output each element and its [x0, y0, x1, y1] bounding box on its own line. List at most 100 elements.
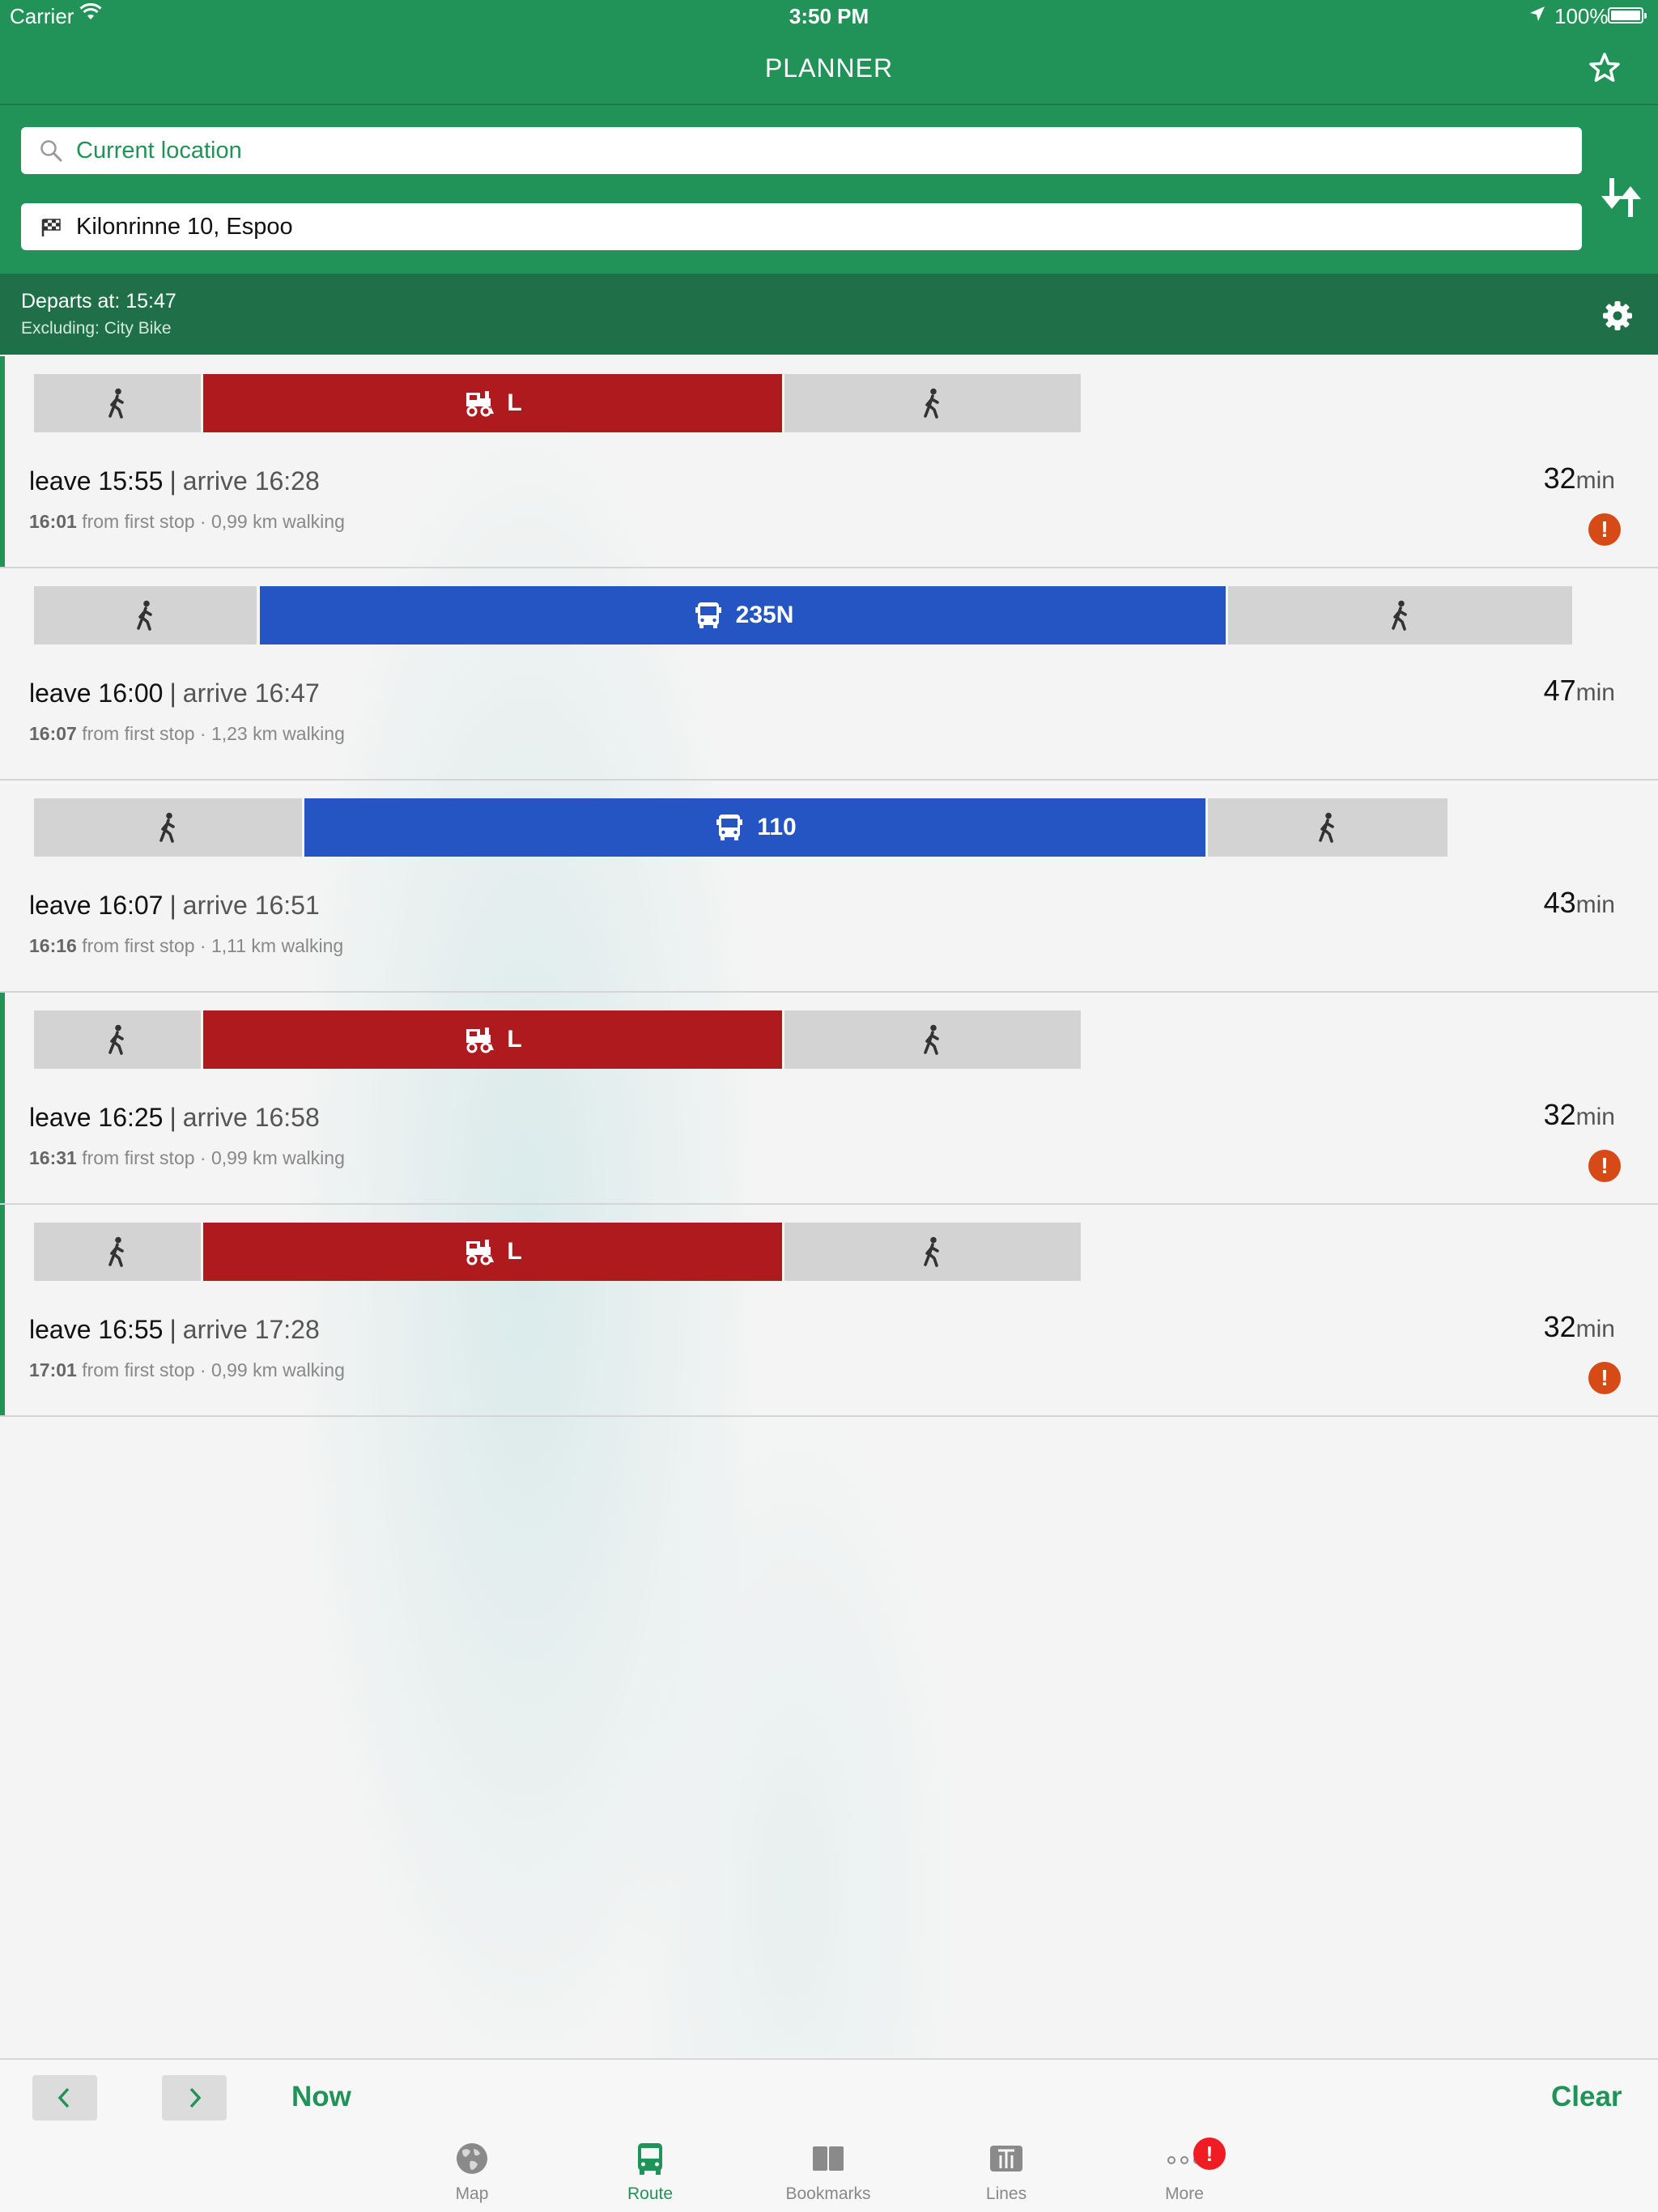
from-field[interactable]: Current location — [21, 127, 1582, 174]
train-segment: L — [203, 1223, 782, 1281]
warning-icon[interactable]: ! — [1588, 1150, 1621, 1182]
tab-label: Bookmarks — [785, 2184, 871, 2203]
walk-segment — [34, 1223, 201, 1281]
walk-icon — [101, 1023, 134, 1056]
bus-icon — [638, 2143, 662, 2175]
duration-value: 47 — [1543, 674, 1576, 707]
excluding-label: Excluding: City Bike — [21, 319, 172, 338]
walk-icon — [101, 1236, 134, 1268]
first-stop-time: 16:01 — [29, 511, 77, 532]
walk-segment — [1228, 586, 1572, 644]
train-segment: L — [203, 1010, 782, 1069]
walk-segment — [784, 1010, 1081, 1069]
route-details: 16:01 from first stop · 0,99 km walking — [29, 511, 345, 533]
duration-value: 32 — [1543, 462, 1576, 495]
duration: 43min — [1544, 886, 1615, 920]
duration: 32min — [1544, 1098, 1615, 1132]
route-item[interactable]: 235N leave 16:00 | arrive 16:47 16:07 from… — [0, 568, 1658, 781]
route-item[interactable]: L leave 16:25 | arrive 16:58 16:31 from fi… — [0, 993, 1658, 1205]
leave-time: leave 15:55 — [29, 466, 164, 496]
separator: | — [169, 466, 176, 496]
route-times: leave 16:25 | arrive 16:58 — [29, 1103, 320, 1133]
walk-icon — [1384, 599, 1417, 632]
segment-label: L — [507, 389, 522, 416]
nav-bar: PLANNER — [0, 32, 1658, 105]
book-icon — [813, 2146, 844, 2171]
walk-icon — [101, 387, 134, 419]
arrive-time: arrive 16:28 — [182, 466, 320, 496]
clear-button[interactable]: Clear — [1551, 2081, 1622, 2113]
status-time: 3:50 PM — [789, 4, 869, 28]
route-details-text: from first stop · 1,23 km walking — [82, 723, 345, 744]
route-item[interactable]: L leave 15:55 | arrive 16:28 16:01 from fi… — [0, 356, 1658, 568]
departs-label: Departs at: 15:47 — [21, 290, 176, 313]
arrive-time: arrive 16:47 — [182, 678, 320, 708]
tab-lines[interactable]: Lines — [942, 2139, 1071, 2204]
tab-label: Map — [455, 2184, 489, 2203]
train-icon — [463, 1236, 495, 1268]
route-times: leave 16:07 | arrive 16:51 — [29, 891, 320, 921]
search-area: Current location Kilonrinne 10, Espoo — [0, 105, 1658, 274]
tab-more[interactable]: More — [1120, 2139, 1249, 2204]
chevron-left-icon — [57, 2087, 70, 2108]
battery-icon — [1608, 7, 1647, 23]
next-button[interactable] — [162, 2075, 227, 2121]
walk-icon — [916, 1023, 949, 1056]
walk-segment — [1208, 798, 1448, 857]
tab-route[interactable]: Route — [585, 2139, 715, 2204]
walk-icon — [916, 1236, 949, 1268]
segment-label: L — [507, 1238, 522, 1265]
route-details-text: from first stop · 0,99 km walking — [82, 1147, 345, 1168]
tab-label: More — [1165, 2184, 1204, 2203]
walk-icon — [1312, 811, 1344, 844]
walk-segment — [34, 374, 201, 432]
gear-icon[interactable] — [1601, 300, 1634, 332]
tab-label: Route — [627, 2184, 674, 2203]
tab-bookmarks[interactable]: Bookmarks — [763, 2139, 893, 2204]
train-icon — [463, 387, 495, 419]
duration-unit: min — [1575, 1104, 1615, 1130]
separator: | — [169, 891, 176, 920]
first-stop-time: 16:07 — [29, 723, 77, 744]
leave-time: leave 16:25 — [29, 1103, 164, 1132]
duration-unit: min — [1575, 467, 1615, 494]
checkered-flag-icon — [41, 219, 61, 236]
chevron-right-icon — [189, 2087, 202, 2108]
separator: | — [169, 1103, 176, 1132]
now-button[interactable]: Now — [291, 2081, 351, 2113]
route-details-text: from first stop · 1,11 km walking — [82, 935, 344, 956]
options-bar[interactable]: Departs at: 15:47 Excluding: City Bike — [0, 274, 1658, 355]
tab-map[interactable]: Map — [407, 2139, 537, 2204]
lines-icon — [990, 2146, 1022, 2172]
location-arrow-icon — [1530, 6, 1545, 21]
to-field[interactable]: Kilonrinne 10, Espoo — [21, 203, 1582, 250]
segment-label: 110 — [757, 814, 797, 840]
leave-time: leave 16:07 — [29, 891, 164, 920]
star-icon[interactable] — [1587, 50, 1622, 86]
first-stop-time: 17:01 — [29, 1359, 77, 1380]
train-icon — [463, 1023, 495, 1056]
duration-value: 32 — [1543, 1310, 1576, 1343]
duration-unit: min — [1575, 1316, 1615, 1342]
walk-segment — [34, 586, 257, 644]
route-item[interactable]: 110 leave 16:07 | arrive 16:51 16:16 from … — [0, 781, 1658, 993]
routes-list: L leave 15:55 | arrive 16:28 16:01 from fi… — [0, 356, 1658, 1417]
warning-icon[interactable]: ! — [1588, 1362, 1621, 1394]
previous-button[interactable] — [32, 2075, 97, 2121]
arrive-time: arrive 17:28 — [182, 1315, 320, 1344]
bus-icon — [713, 811, 746, 844]
route-times: leave 16:55 | arrive 17:28 — [29, 1315, 320, 1345]
from-field-value: Current location — [76, 138, 242, 164]
swap-icon[interactable] — [1598, 175, 1642, 220]
warning-icon[interactable]: ! — [1588, 513, 1621, 546]
separator: | — [169, 678, 176, 708]
segment-label: 235N — [735, 602, 794, 628]
walk-icon — [916, 387, 949, 419]
route-details-text: from first stop · 0,99 km walking — [82, 1359, 345, 1380]
status-bar: Carrier 3:50 PM 100% — [0, 0, 1658, 32]
route-times: leave 15:55 | arrive 16:28 — [29, 466, 320, 496]
route-item[interactable]: L leave 16:55 | arrive 17:28 17:01 from fi… — [0, 1205, 1658, 1417]
duration: 47min — [1544, 674, 1615, 708]
duration-unit: min — [1575, 679, 1615, 706]
leave-time: leave 16:55 — [29, 1315, 164, 1344]
